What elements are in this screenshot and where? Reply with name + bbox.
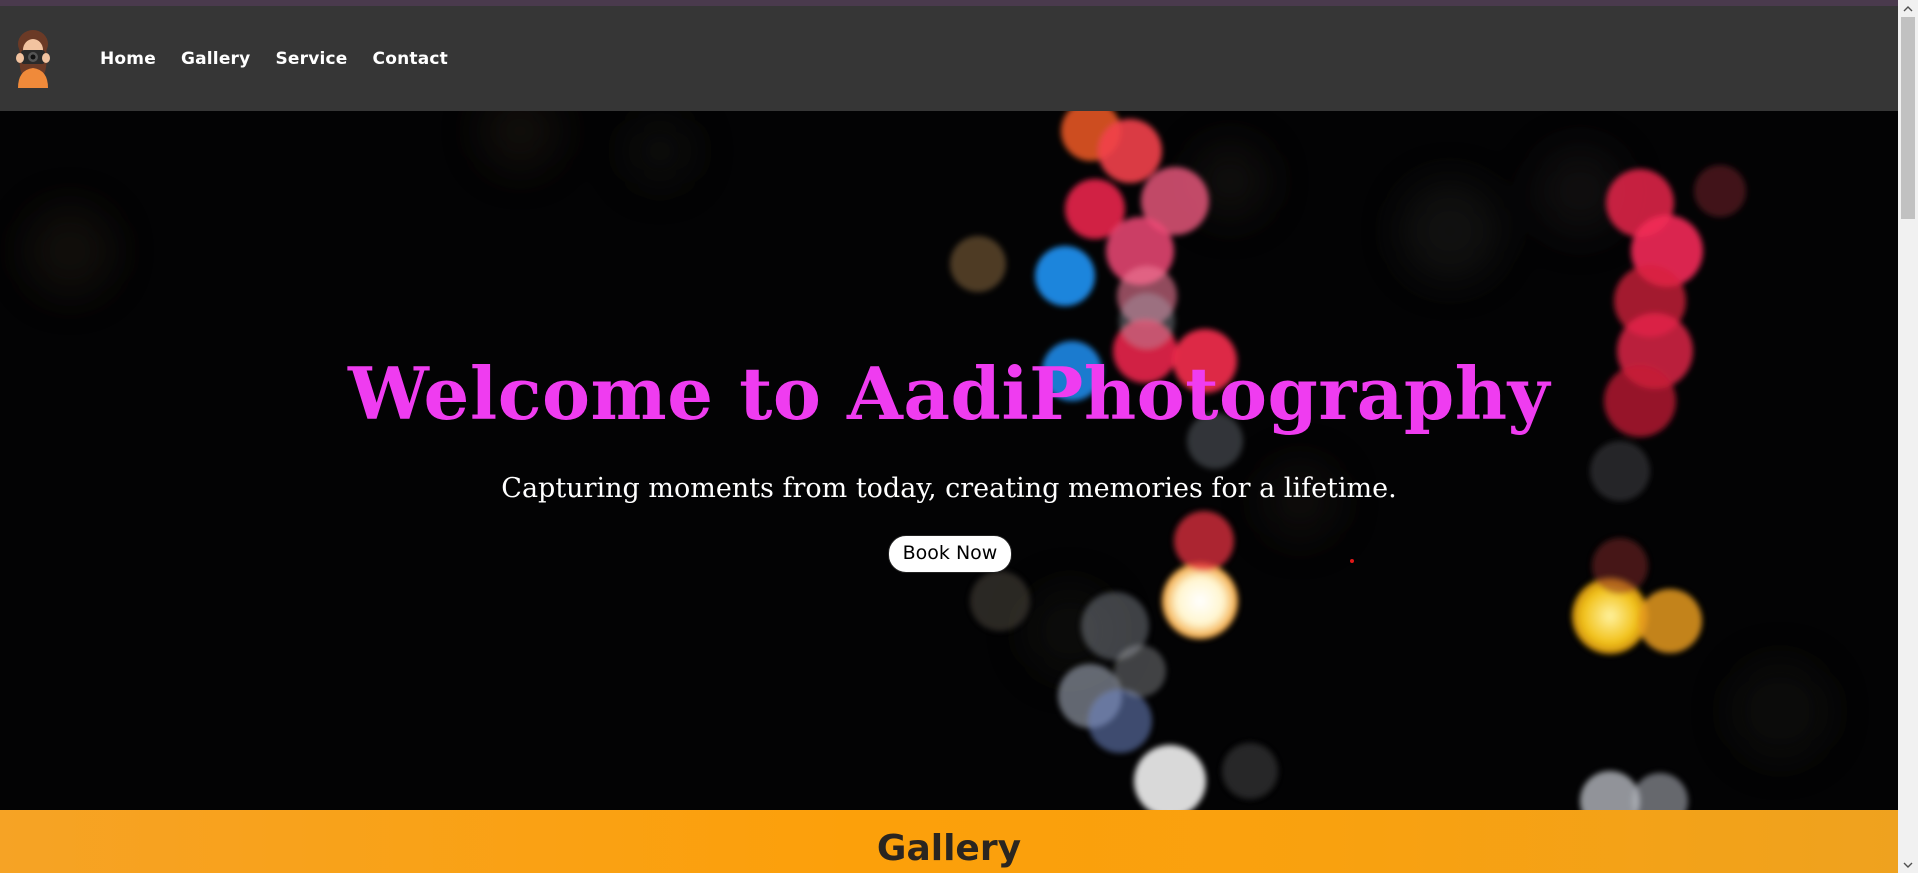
hero-title: Welcome to AadiPhotography xyxy=(348,351,1550,436)
navbar: Home Gallery Service Contact xyxy=(0,6,1898,111)
gallery-heading: Gallery xyxy=(876,828,1022,869)
nav-links: Home Gallery Service Contact xyxy=(100,49,473,69)
scroll-down-icon[interactable] xyxy=(1898,856,1918,873)
hero-section: Welcome to AadiPhotography Capturing mom… xyxy=(0,111,1898,810)
scroll-up-icon[interactable] xyxy=(1898,0,1918,17)
hero-subtitle: Capturing moments from today, creating m… xyxy=(501,473,1397,504)
vertical-scrollbar[interactable] xyxy=(1898,0,1918,873)
photographer-avatar-icon[interactable] xyxy=(8,26,58,88)
bokeh-lights-background xyxy=(25,111,1830,810)
nav-link-contact[interactable]: Contact xyxy=(373,49,448,69)
nav-link-gallery[interactable]: Gallery xyxy=(181,49,250,69)
gallery-section: Gallery xyxy=(0,810,1898,873)
book-now-button[interactable]: Book Now xyxy=(888,535,1012,573)
nav-link-service[interactable]: Service xyxy=(275,49,347,69)
scrollbar-thumb[interactable] xyxy=(1901,17,1915,219)
nav-link-home[interactable]: Home xyxy=(100,49,156,69)
